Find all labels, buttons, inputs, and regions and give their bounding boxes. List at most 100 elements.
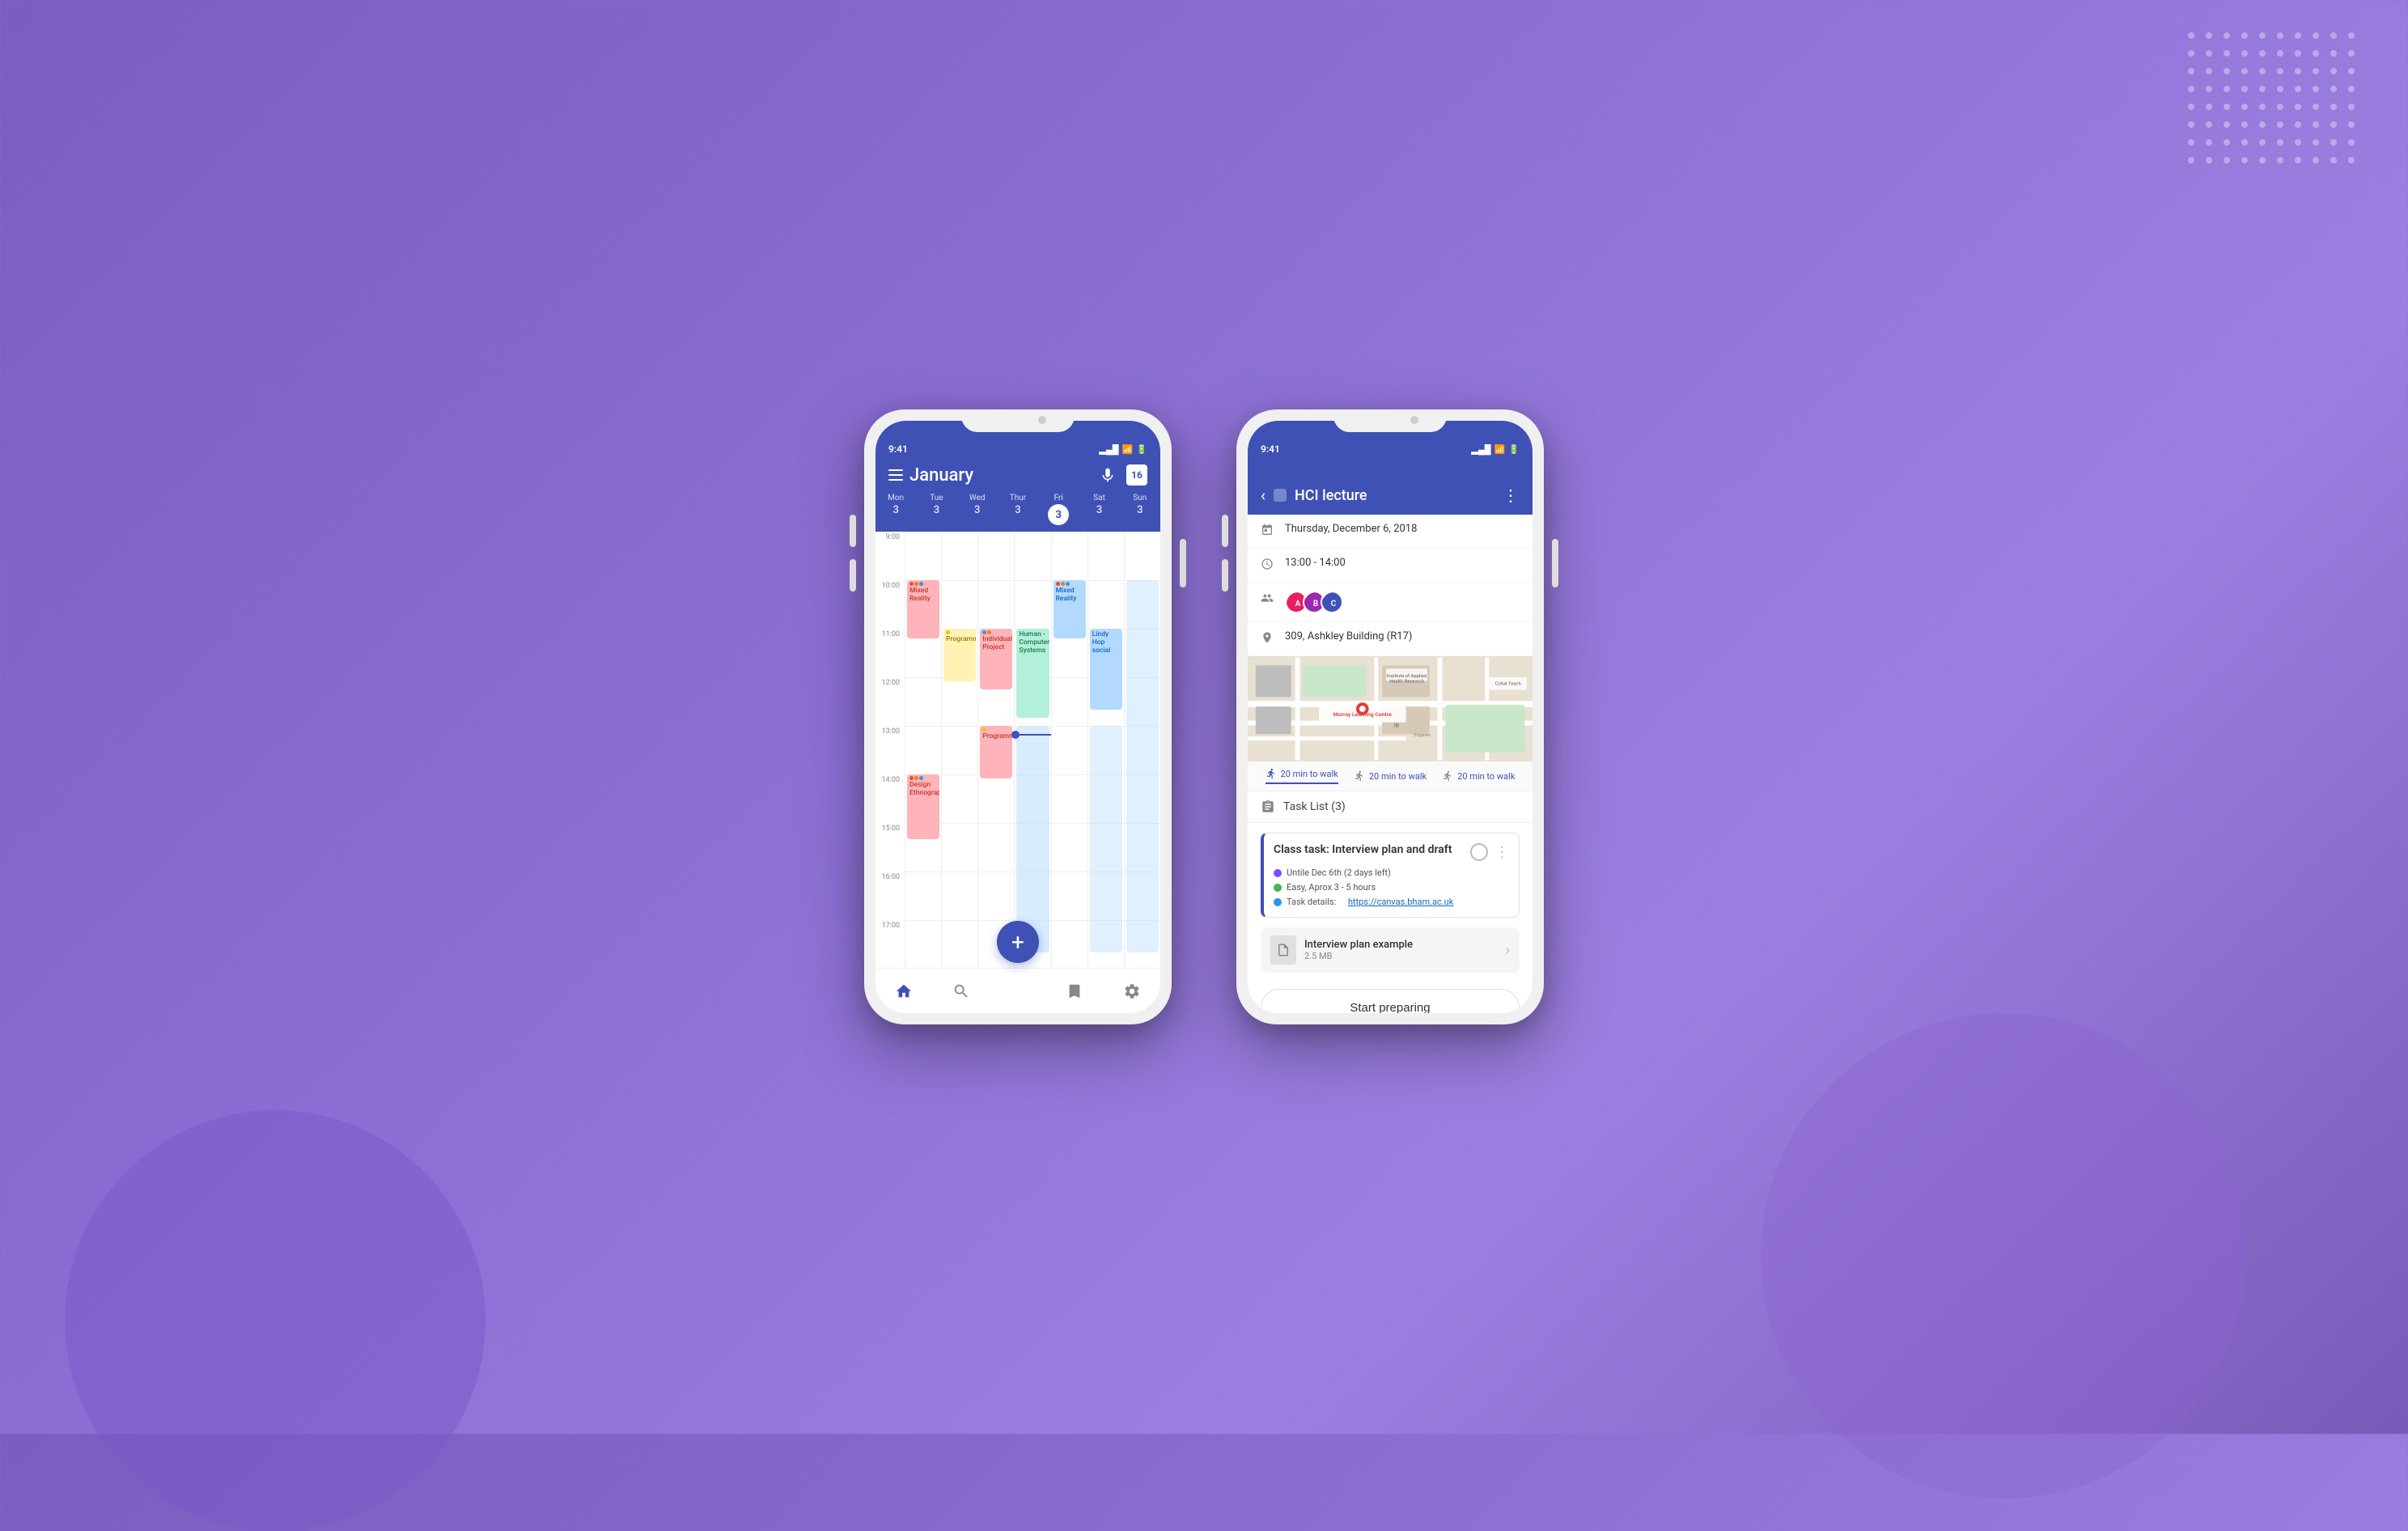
deco-dot-64 — [2259, 139, 2266, 146]
status-icons: ▂▄█ 📶 🔋 — [1100, 444, 1147, 455]
event-time: 13:00 - 14:00 — [1285, 557, 1520, 569]
event-color-indicator — [1274, 489, 1287, 502]
calendar-detail-icon — [1261, 524, 1274, 540]
deco-dot-22 — [2224, 68, 2230, 74]
deco-dot-67 — [2313, 139, 2319, 146]
attachment-chevron-icon: › — [1506, 942, 1510, 959]
day-col-wed: Wed 3 — [957, 494, 998, 525]
deco-dot-36 — [2295, 86, 2301, 92]
fab-add[interactable]: + — [997, 921, 1039, 963]
event-programming-tue[interactable]: Programming — [943, 629, 976, 681]
event-blue-long-sat[interactable] — [1090, 726, 1122, 952]
task-more-button[interactable]: ⋮ — [1494, 844, 1509, 861]
deco-dot-1 — [2206, 32, 2212, 39]
event-detail-body[interactable]: Thursday, December 6, 2018 13:00 - 14:00 — [1248, 515, 1533, 1013]
day-label-mon: Mon — [888, 494, 904, 503]
day-num-mon: 3 — [892, 504, 898, 516]
phone-screen-calendar: 9:41 ▂▄█ 📶 🔋 January — [875, 421, 1160, 1013]
deco-dot-51 — [2206, 121, 2212, 128]
nav-bookmarks[interactable] — [1058, 975, 1091, 1007]
attachment-file-icon — [1270, 935, 1296, 965]
deco-dot-5 — [2277, 32, 2283, 39]
walk-option-3[interactable]: 20 min to walk — [1442, 768, 1515, 784]
event-individual-proj[interactable]: Individual Project — [980, 629, 1012, 689]
event-design-eth[interactable]: Design Ethnography — [907, 774, 939, 839]
event-lindy-hop[interactable]: Lindy Hop social — [1090, 629, 1122, 710]
phone-event-detail: 9:41 ▂▄█ 📶 🔋 ‹ HCI lecture ⋮ — [1236, 409, 1544, 1024]
deco-dot-69 — [2348, 139, 2355, 146]
walk-label-3: 20 min to walk — [1457, 771, 1515, 782]
walk-option-2[interactable]: 20 min to walk — [1354, 768, 1427, 784]
walk-label-1: 20 min to walk — [1281, 769, 1338, 779]
more-options-button[interactable]: ⋮ — [1503, 486, 1520, 505]
phone2-notch — [1333, 409, 1447, 432]
deco-dot-40 — [2188, 104, 2194, 110]
avatar-3: C — [1321, 591, 1343, 613]
calendar-header: January 16 — [875, 458, 1160, 494]
task-card: Class task: Interview plan and draft ⋮ U… — [1261, 833, 1520, 918]
detail-location-row: 309, Ashkley Building (R17) — [1248, 622, 1533, 656]
deco-dot-16 — [2295, 50, 2301, 57]
back-button[interactable]: ‹ — [1261, 486, 1265, 505]
task-link-item: Task details: https://canvas.bham.ac.uk — [1274, 897, 1509, 907]
deco-dot-55 — [2277, 121, 2283, 128]
deco-dot-71 — [2206, 157, 2212, 163]
menu-icon[interactable] — [888, 469, 903, 481]
time-16: 16:00 — [875, 872, 905, 920]
day-num-wed: 3 — [974, 504, 980, 516]
time-10: 10:00 — [875, 580, 905, 629]
attachment-row[interactable]: Interview plan example 2.5 MB › — [1261, 927, 1520, 973]
deco-dot-35 — [2277, 86, 2283, 92]
detail-date-row: Thursday, December 6, 2018 — [1248, 515, 1533, 549]
svg-text:Health Research: Health Research — [1389, 680, 1424, 685]
phones-container: 9:41 ▂▄█ 📶 🔋 January — [864, 409, 1544, 1024]
event-blue-long-sun[interactable] — [1126, 580, 1159, 952]
deco-dot-57 — [2313, 121, 2319, 128]
deco-dot-30 — [2188, 86, 2194, 92]
nav-settings[interactable] — [1116, 975, 1148, 1007]
deco-dot-0 — [2188, 32, 2194, 39]
walk-option-1[interactable]: 20 min to walk — [1265, 768, 1338, 784]
task-link[interactable]: https://canvas.bham.ac.uk — [1348, 897, 1453, 907]
start-preparing-button[interactable]: Start preparing — [1261, 989, 1520, 1013]
task-link-label: Task details: — [1287, 897, 1336, 907]
event-mixed-reality-mon[interactable]: Mixed Reality — [907, 580, 939, 638]
calendar-scroll[interactable]: 9:00 10:00 11:00 12:00 13:00 14:00 15:00… — [875, 532, 1160, 968]
day-col-tue: Tue 3 — [916, 494, 956, 525]
day-col-events-sat: Lindy Hop social — [1087, 532, 1124, 968]
deco-dot-70 — [2188, 157, 2194, 163]
mic-icon[interactable] — [1099, 466, 1117, 484]
event-map[interactable]: Murray Learning Centre Institute of Appl… — [1248, 656, 1533, 761]
time-14: 14:00 — [875, 774, 905, 823]
event-mixed-reality-fri[interactable]: Mixed Reality — [1054, 580, 1086, 638]
svg-text:IB: IB — [1394, 722, 1399, 728]
nav-search[interactable] — [945, 975, 977, 1007]
deco-dot-21 — [2206, 68, 2212, 74]
deco-dot-20 — [2188, 68, 2194, 74]
nav-home[interactable] — [888, 975, 920, 1007]
event-blue-long-thu[interactable] — [1016, 726, 1049, 952]
event-programming-wed[interactable]: Programming — [980, 726, 1012, 778]
deco-circle-right — [1761, 1013, 2246, 1499]
day-label-sun: Sun — [1133, 494, 1147, 503]
event-human-computer[interactable]: Human - Computer Systems — [1016, 629, 1049, 718]
phone2-camera — [1410, 416, 1418, 424]
deco-dot-39 — [2348, 86, 2355, 92]
deco-dot-74 — [2259, 157, 2266, 163]
deco-dot-4 — [2259, 32, 2266, 39]
time-12: 12:00 — [875, 677, 905, 726]
time-labels: 9:00 10:00 11:00 12:00 13:00 14:00 15:00… — [875, 532, 905, 968]
vol-down-button — [850, 559, 856, 592]
calendar-date-icon[interactable]: 16 — [1126, 464, 1147, 486]
deco-dot-72 — [2224, 157, 2230, 163]
time-11: 11:00 — [875, 629, 905, 677]
task-complete-checkbox[interactable] — [1470, 843, 1488, 861]
phone2-wifi-icon: 📶 — [1494, 444, 1506, 455]
day-label-sat: Sat — [1093, 494, 1105, 503]
current-time-indicator — [1015, 734, 1050, 736]
deco-dot-61 — [2206, 139, 2212, 146]
signal-icon: ▂▄█ — [1100, 444, 1119, 455]
day-col-fri[interactable]: Fri 3 — [1038, 494, 1079, 525]
deco-dot-31 — [2206, 86, 2212, 92]
walk-options: 20 min to walk 20 min to walk 20 min to … — [1248, 761, 1533, 791]
